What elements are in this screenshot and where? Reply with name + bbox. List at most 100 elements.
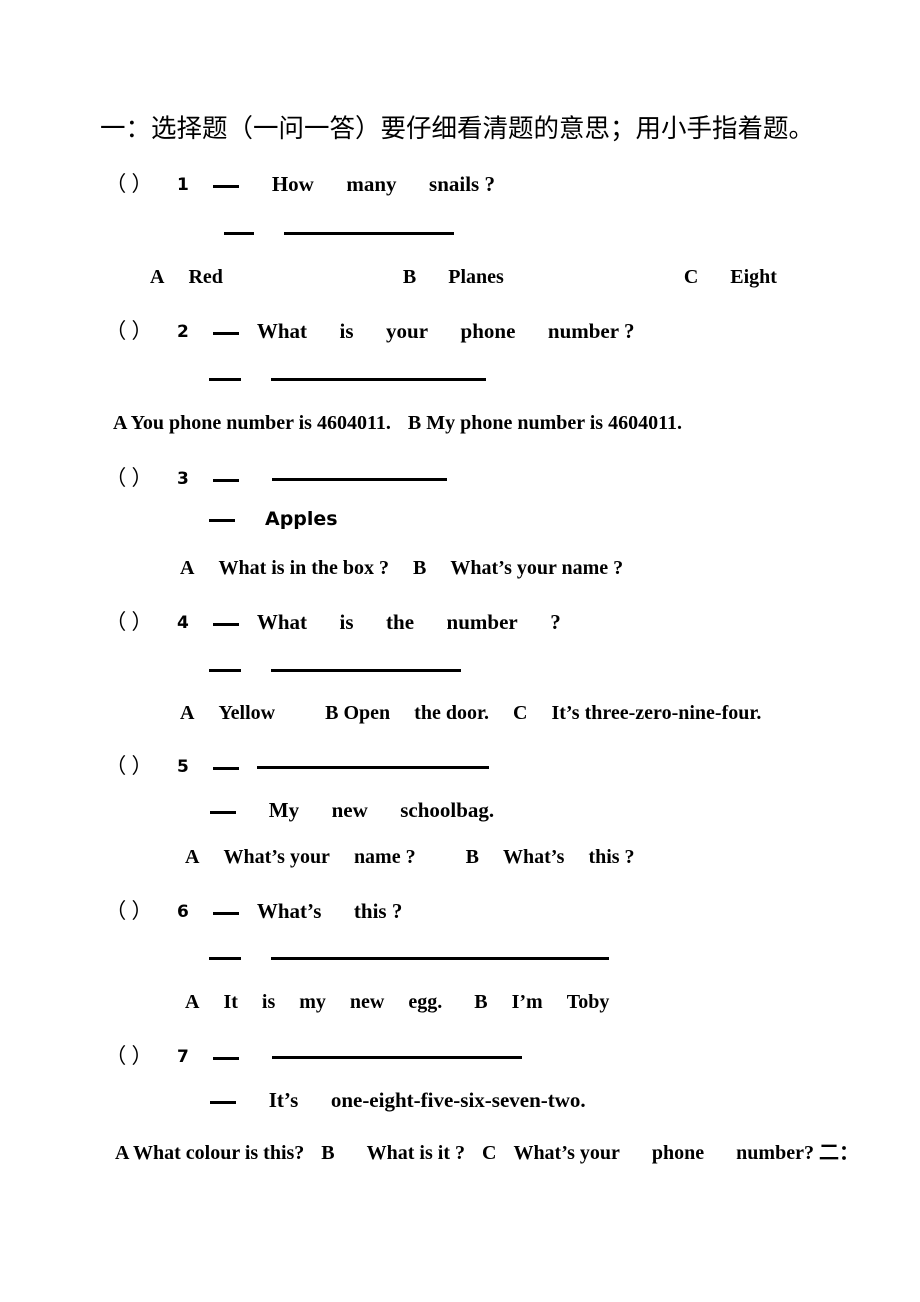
question-6-option-b-word-2[interactable]: Toby [567, 991, 610, 1014]
question-6-option-a-word-4[interactable]: new [350, 991, 384, 1014]
question-4-answer-blank[interactable] [209, 669, 241, 672]
question-2-option-a[interactable]: A You phone number is 4604011. [113, 412, 391, 435]
question-6-option-a-letter[interactable]: A [185, 991, 199, 1014]
question-1-stem-word-3: snails ? [429, 172, 495, 196]
question-7-answer-word-1: It’s [268, 1088, 299, 1112]
question-6-answer-row [0, 951, 920, 969]
question-1-answer-rule[interactable] [284, 232, 454, 235]
question-1-option-a-text[interactable]: Red [188, 266, 222, 289]
question-1-answer-blank[interactable] [224, 232, 254, 235]
question-5-option-b-letter[interactable]: B [466, 846, 479, 869]
question-4-blank[interactable] [213, 623, 240, 626]
question-7-option-a[interactable]: A What colour is this? [115, 1142, 304, 1165]
question-3-option-b-letter[interactable]: B [413, 557, 426, 580]
question-5-option-a-text[interactable]: What’s your [223, 846, 329, 869]
question-1-options-row: A Red B Planes C Eight [0, 266, 920, 289]
question-1-blank[interactable] [213, 185, 240, 188]
question-2-option-b[interactable]: B My phone number is 4604011. [408, 412, 682, 435]
question-5-option-a-letter[interactable]: A [185, 846, 199, 869]
question-4-option-c-letter[interactable]: C [513, 702, 527, 725]
question-1-stem-word-1: How [271, 172, 314, 196]
question-1-option-c-text[interactable]: Eight [730, 266, 777, 289]
answer-bracket-open: （ [105, 1044, 127, 1068]
answer-bracket-close: ） [131, 172, 153, 196]
question-4-option-b-letter[interactable]: B Open [325, 702, 390, 725]
question-1-stem-row: （ ） 1 How many snails ? [0, 168, 920, 198]
question-2-options-row: A You phone number is 4604011. B My phon… [0, 412, 920, 435]
question-2-answer-blank[interactable] [209, 378, 241, 381]
question-7-option-c-text[interactable]: What’s your [513, 1142, 619, 1165]
question-2-answer-row [0, 372, 920, 390]
question-6-option-b-letter[interactable]: B [474, 991, 487, 1014]
question-2-stem-row: （ ） 2 What is your phone number ? [0, 315, 920, 345]
question-5-option-b-text2[interactable]: this ? [588, 846, 634, 869]
question-6-answer-rule[interactable] [271, 957, 609, 960]
question-7-answer-row: It’s one-eight-five-six-seven-two. [0, 1088, 920, 1113]
question-1-option-b-text[interactable]: Planes [448, 266, 504, 289]
question-5-answer-blank[interactable] [210, 811, 237, 814]
answer-bracket-close: ） [131, 319, 153, 343]
answer-bracket-close: ） [131, 1044, 153, 1068]
question-3-option-a-text[interactable]: What is in the box ? [218, 557, 389, 580]
question-4-stem-word-3: the [386, 610, 415, 634]
question-2-stem-word-3: your [386, 319, 429, 343]
question-6-option-a-word-5[interactable]: egg. [408, 991, 442, 1014]
question-4-stem-word-1: What [256, 610, 308, 634]
question-7-options-row: A What colour is this? B What is it ? C … [0, 1136, 920, 1165]
question-4-stem-word-4: number [446, 610, 518, 634]
question-6-option-a-word-1[interactable]: It [223, 991, 237, 1014]
question-6-blank[interactable] [213, 912, 240, 915]
question-4-option-b-text[interactable]: the door. [414, 702, 489, 725]
question-2-blank[interactable] [213, 332, 240, 335]
question-3-answer-text: Apples [265, 508, 338, 530]
question-6-stem-word-1: What’s [256, 899, 322, 923]
question-5-blank[interactable] [213, 767, 240, 770]
question-4-stem-word-5: ? [550, 610, 561, 634]
question-7-blank[interactable] [213, 1057, 240, 1060]
question-7-answer-word-2: one-eight-five-six-seven-two. [330, 1088, 586, 1112]
question-7-option-c-text3[interactable]: number? [736, 1142, 814, 1165]
question-1-option-a-letter[interactable]: A [150, 266, 164, 289]
question-7-option-c-letter[interactable]: C [482, 1142, 496, 1165]
page-title: 一：选择题（一问一答）要仔细看清题的意思；用小手指着题。 [100, 114, 815, 144]
question-2-answer-rule[interactable] [271, 378, 486, 381]
question-7-answer-blank[interactable] [210, 1101, 237, 1104]
question-4-number: 4 [177, 613, 189, 633]
worksheet-page: 一：选择题（一问一答）要仔细看清题的意思；用小手指着题。 （ ） 1 How m… [0, 0, 920, 1302]
question-6-stem-row: （ ） 6 What’s this ? [0, 895, 920, 925]
question-5-option-b-text[interactable]: What’s [503, 846, 564, 869]
answer-bracket-close: ） [131, 466, 153, 490]
question-6-answer-blank[interactable] [209, 957, 241, 960]
question-4-option-a-letter[interactable]: A [180, 702, 194, 725]
question-1-option-c-letter[interactable]: C [684, 266, 698, 289]
question-6-option-b-word-1[interactable]: I’m [512, 991, 543, 1014]
answer-bracket-open: （ [105, 610, 127, 634]
answer-bracket-open: （ [105, 899, 127, 923]
question-5-stem-rule[interactable] [256, 766, 489, 769]
question-6-option-a-word-2[interactable]: is [262, 991, 275, 1014]
question-6-option-a-word-3[interactable]: my [299, 991, 326, 1014]
question-5-option-a-text2[interactable]: name ? [354, 846, 416, 869]
question-1-stem-word-2: many [346, 172, 397, 196]
question-7-stem-rule[interactable] [271, 1056, 522, 1059]
question-3-option-a-letter[interactable]: A [180, 557, 194, 580]
question-5-answer-word-3: schoolbag. [400, 798, 495, 822]
question-1-number: 1 [177, 175, 189, 195]
answer-bracket-open: （ [105, 754, 127, 778]
question-4-option-a-text[interactable]: Yellow [218, 702, 275, 725]
question-3-stem-rule[interactable] [271, 478, 447, 481]
question-6-number: 6 [177, 902, 189, 922]
question-4-option-c-text[interactable]: It’s three-zero-nine-four. [551, 702, 761, 725]
question-3-answer-blank[interactable] [209, 519, 235, 522]
question-3-blank[interactable] [213, 479, 240, 482]
question-5-stem-row: （ ） 5 [0, 750, 920, 780]
question-2-stem-word-4: phone [460, 319, 516, 343]
question-7-option-b-text[interactable]: What is it ? [367, 1142, 465, 1165]
question-1-option-b-letter[interactable]: B [403, 266, 416, 289]
question-3-number: 3 [177, 469, 189, 489]
question-4-answer-rule[interactable] [271, 669, 461, 672]
question-3-option-b-text[interactable]: What’s your name ? [450, 557, 623, 580]
answer-bracket-close: ） [131, 610, 153, 634]
question-7-option-c-text2[interactable]: phone [652, 1142, 704, 1165]
question-7-option-b-letter[interactable]: B [321, 1142, 334, 1165]
